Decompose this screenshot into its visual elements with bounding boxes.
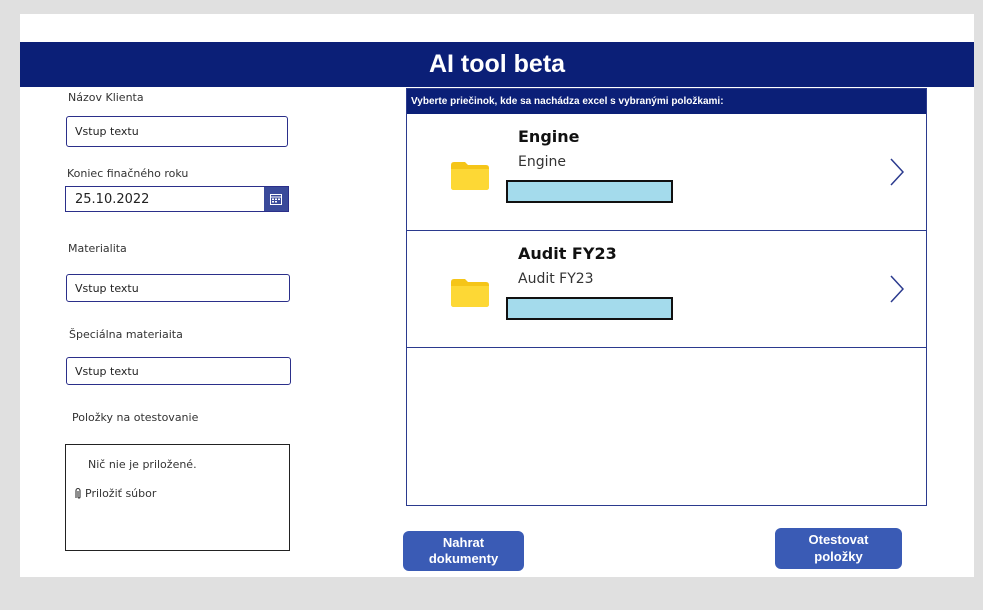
folder-gallery: Vyberte priečinok, kde sa nachádza excel… [406,88,927,506]
folder-item-subtitle: Engine [518,154,566,170]
folder-icon [451,162,489,190]
test-items-label: Položky na otestovanie [72,411,199,424]
folder-item-engine[interactable]: Engine Engine [407,114,926,231]
app-header: AI tool beta [20,42,974,87]
calendar-icon [270,193,282,205]
test-button-line2: položky [814,548,863,564]
attach-file-link[interactable]: Priložiť súbor [74,487,156,500]
materiality-label: Materialita [68,242,127,255]
app-title: AI tool beta [428,50,566,78]
folder-item-subtitle: Audit FY23 [518,271,594,287]
folder-icon [451,279,489,307]
upload-button-line1: Nahrat [442,534,485,550]
test-button-line1: Otestovat [808,532,869,548]
attach-file-label: Priložiť súbor [85,487,157,500]
upload-documents-button[interactable]: Nahrat dokumenty [403,531,524,571]
chevron-right-icon[interactable] [890,275,904,303]
app-canvas: AI tool beta Názov Klienta Vstup textu K… [20,14,974,577]
upload-button-line2: dokumenty [428,551,499,566]
folder-item-title: Engine [518,127,580,146]
materiality-value: Vstup textu [75,281,139,295]
folder-item-title: Audit FY23 [518,244,617,263]
fiscal-end-label: Koniec finačného roku [67,167,189,180]
attachments-empty-text: Nič nie je priložené. [88,458,197,471]
folder-item-bar [506,297,673,320]
calendar-button[interactable] [264,187,288,211]
folder-item-bar [506,180,673,203]
chevron-right-icon[interactable] [890,158,904,186]
folder-gallery-title: Vyberte priečinok, kde sa nachádza excel… [407,89,926,114]
folder-item-audit-fy23[interactable]: Audit FY23 Audit FY23 [407,231,926,348]
fiscal-end-value: 25.10.2022 [75,191,150,207]
fiscal-end-date-picker[interactable]: 25.10.2022 [65,186,289,212]
materiality-input[interactable]: Vstup textu [66,274,290,302]
attachments-control[interactable]: Nič nie je priložené. Priložiť súbor [65,444,290,551]
client-name-input[interactable]: Vstup textu [66,116,288,147]
client-name-label: Názov Klienta [68,91,144,104]
special-materiality-value: Vstup textu [75,364,139,378]
special-materiality-input[interactable]: Vstup textu [66,357,291,385]
test-items-button[interactable]: Otestovat položky [775,528,902,569]
client-name-value: Vstup textu [75,125,139,138]
paperclip-icon [75,487,81,499]
special-materiality-label: Špeciálna materiaita [69,328,183,341]
